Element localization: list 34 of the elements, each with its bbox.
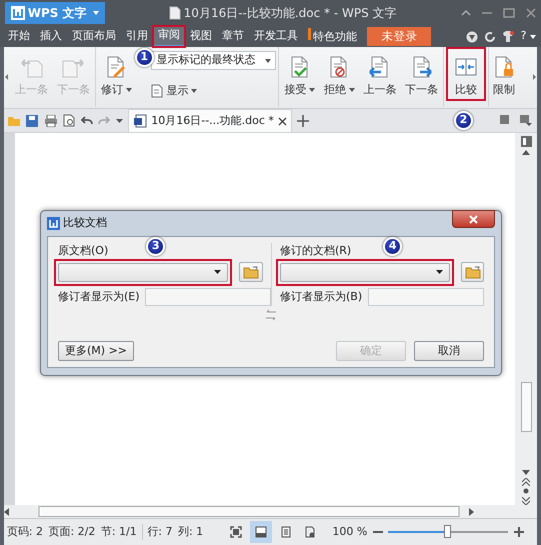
menu-tab[interactable]: 插入 (34, 26, 67, 47)
show-button[interactable]: 显示 (151, 82, 276, 99)
ribbon-button[interactable]: 修订 (98, 47, 134, 101)
status-text: 列: 1 (178, 524, 204, 540)
menu-tab[interactable]: 页面布局 (66, 26, 121, 47)
zoom-percentage: 100 % (332, 524, 368, 540)
field-label: 原文档(O) (58, 243, 108, 259)
ribbon-button[interactable]: 接受 (281, 47, 318, 101)
field-label: 修订的文档(R) (280, 243, 352, 259)
ribbon-button[interactable]: 限制 (489, 47, 519, 101)
status-text: 页码: 2 (6, 524, 43, 540)
menu-tab[interactable]: 审阅 (152, 26, 185, 47)
dialog-button[interactable]: 更多(M) >> (58, 341, 134, 361)
dialog-title: 比较文档 (62, 215, 108, 232)
menu-tab[interactable]: 视图 (184, 26, 217, 47)
status-text: 节: 1/1 (100, 524, 137, 540)
markup-view-dropdown[interactable]: 显示标记的最终状态 (151, 51, 276, 70)
menu-tab[interactable]: 引用 (120, 26, 153, 47)
menu-tab[interactable]: 开发工具 (248, 26, 303, 47)
ribbon-button[interactable]: 上一条 (360, 47, 400, 101)
menu-tab[interactable]: 特色功能 (302, 26, 362, 47)
dialog-button[interactable]: 取消 (414, 341, 484, 361)
ribbon-button[interactable]: 下一条 (402, 47, 441, 101)
document-tab[interactable]: 10月16日--...功能.doc * (128, 109, 292, 132)
status-text: 行: 7 (142, 524, 172, 540)
field-label: 修订者显示为(B) (280, 288, 362, 304)
menu-tab[interactable]: 章节 (216, 26, 249, 47)
ribbon-button[interactable]: 比较 (446, 47, 486, 101)
status-text: 页面: 2/2 (48, 524, 96, 540)
field-label: 修订者显示为(E) (58, 288, 140, 304)
ribbon-button[interactable]: 拒绝 (320, 47, 358, 101)
menu-tab[interactable]: 开始 (2, 26, 35, 47)
help-button[interactable]: ? (520, 28, 536, 45)
window-title: 10月16日--比较功能.doc * - WPS 文字 (184, 5, 397, 22)
